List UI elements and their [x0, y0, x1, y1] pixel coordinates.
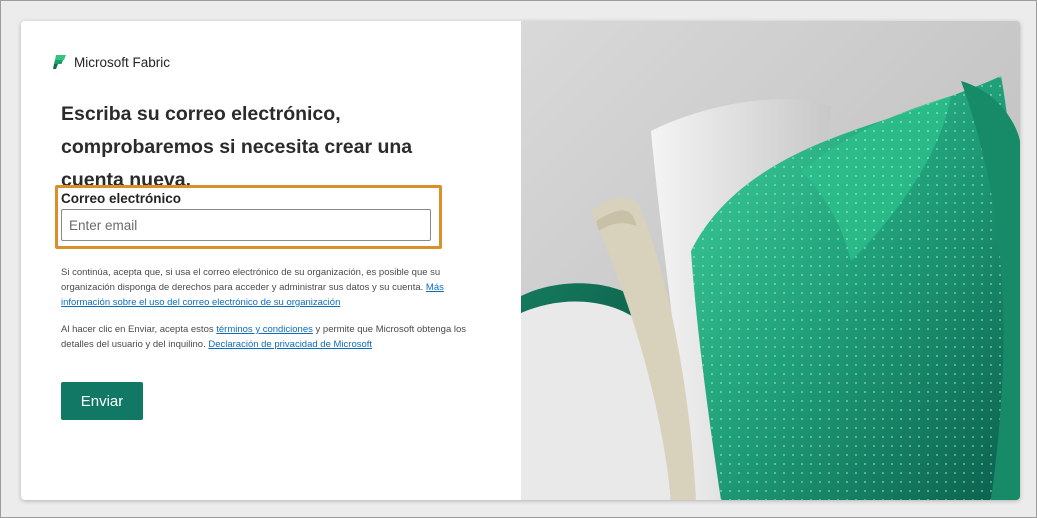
- brand-header: Microsoft Fabric: [53, 54, 170, 70]
- signup-form-panel: Microsoft Fabric Escriba su correo elect…: [21, 21, 521, 500]
- terms-link[interactable]: términos y condiciones: [216, 324, 313, 335]
- terms-notice: Al hacer clic en Enviar, acepta estos té…: [61, 322, 481, 352]
- email-label: Correo electrónico: [61, 191, 182, 206]
- org-email-notice: Si continúa, acepta que, si usa el corre…: [61, 265, 481, 310]
- brand-name: Microsoft Fabric: [74, 54, 171, 70]
- org-email-notice-text: Si continúa, acepta que, si usa el corre…: [61, 267, 441, 293]
- fabric-logo-icon: [53, 54, 67, 70]
- fabric-green-petals-illustration: [521, 76, 1020, 500]
- screenshot-frame: Microsoft Fabric Escriba su correo elect…: [0, 0, 1037, 518]
- submit-button[interactable]: Enviar: [61, 382, 143, 420]
- privacy-link[interactable]: Declaración de privacidad de Microsoft: [208, 339, 372, 350]
- signup-card: Microsoft Fabric Escriba su correo elect…: [21, 21, 1020, 500]
- terms-prefix-text: Al hacer clic en Enviar, acepta estos: [61, 324, 217, 335]
- email-input[interactable]: [61, 209, 431, 241]
- hero-image-panel: [521, 21, 1020, 500]
- page-title: Escriba su correo electrónico, comprobar…: [61, 103, 413, 191]
